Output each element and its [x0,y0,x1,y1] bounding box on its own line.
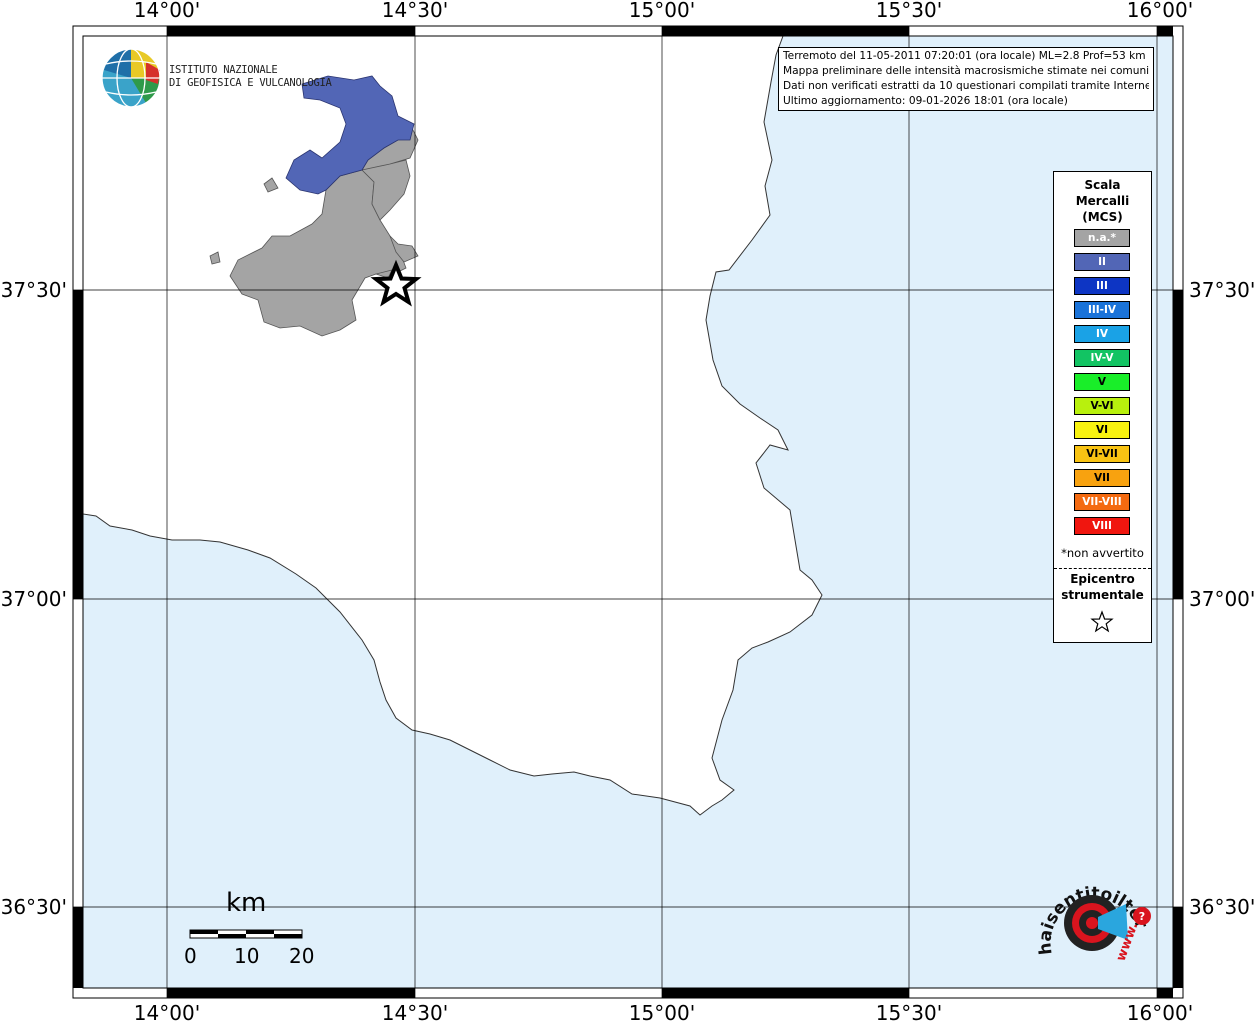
legend-swatch-vii-viii: VII-VIII [1074,493,1130,511]
last-update: Ultimo aggiornamento: 09-01-2026 18:01 (… [783,95,1068,107]
legend-title: Scala Mercalli (MCS) [1054,177,1151,225]
legend-swatch-iv: IV [1074,325,1130,343]
lon-label: 16°00' [1127,0,1193,22]
lat-label: 36°30' [1189,895,1255,919]
lon-label: 14°30' [382,1001,448,1024]
data-source-note: Dati non verificati estratti da 10 quest… [783,80,1149,92]
legend-swatch-iv-v: IV-V [1074,349,1130,367]
scale-label: 20 [289,944,315,968]
lon-label: 16°00' [1127,1001,1193,1024]
legend-swatch-v-vi: V-VI [1074,397,1130,415]
legend-title-line: Mercalli [1075,194,1130,208]
logo-line-1: ISTITUTO NAZIONALE [169,64,278,76]
lon-label: 15°00' [629,1001,695,1024]
legend-divider [1054,568,1151,569]
legend-epicenter-label: Epicentro strumentale [1054,571,1151,603]
ingv-logo-icon [101,48,161,108]
lat-label: 37°00' [1189,587,1255,611]
lat-labels-right: 37°30' 37°00' 36°30' [1189,278,1255,919]
legend-swatch-vii: VII [1074,469,1130,487]
lon-label: 15°30' [876,0,942,22]
legend-swatch-n-a: n.a.* [1074,229,1130,247]
scale-label: 0 [184,944,197,968]
lat-label: 37°30' [1189,278,1255,302]
legend-title-line: Scala [1084,178,1121,192]
legend-epicenter-line: strumentale [1061,588,1144,602]
lon-labels-bottom: 14°00' 14°30' 15°00' 15°30' 16°00' [134,1001,1193,1024]
legend-swatch-iii: III [1074,277,1130,295]
lon-label: 14°00' [134,1001,200,1024]
institute-logo-text: ISTITUTO NAZIONALE DI GEOFISICA E VULCAN… [169,64,332,90]
lat-label: 37°30' [1,278,67,302]
svg-text:?: ? [1139,910,1145,923]
legend-swatch-iii-iv: III-IV [1074,301,1130,319]
logo-line-2: DI GEOFISICA E VULCANOLOGIA [169,77,332,89]
event-info-box: Terremoto del 11-05-2011 07:20:01 (ora l… [778,47,1154,111]
legend-swatch-vi-vii: VI-VII [1074,445,1130,463]
legend-swatch-v: V [1074,373,1130,391]
lon-label: 15°30' [876,1001,942,1024]
scale-bar-unit: km [226,888,267,918]
lat-labels-left: 37°30' 37°00' 36°30' [1,278,67,919]
lon-labels-top: 14°00' 14°30' 15°00' 15°30' 16°00' [134,0,1193,22]
legend-swatch-vi: VI [1074,421,1130,439]
legend-footnote: *non avvertito [1061,546,1144,560]
lat-label: 37°00' [1,587,67,611]
mcs-legend: Scala Mercalli (MCS) n.a.* II III III-IV IV I… [1053,171,1152,643]
lon-label: 14°30' [382,0,448,22]
lon-label: 14°00' [134,0,200,22]
event-description: Terremoto del 11-05-2011 07:20:01 (ora l… [783,50,1146,62]
scale-bar [189,929,303,939]
map-description: Mappa preliminare delle intensità macros… [783,65,1149,77]
legend-swatch-viii: VIII [1074,517,1130,535]
legend-star-icon [1090,610,1114,633]
lat-label: 36°30' [1,895,67,919]
legend-swatch-ii: II [1074,253,1130,271]
scale-label: 10 [234,944,260,968]
legend-epicenter-line: Epicentro [1070,572,1135,586]
haisentito-logo-icon: haisentitoilterremoto.it ? www. [1030,862,1152,963]
legend-title-line: (MCS) [1082,210,1123,224]
lon-label: 15°00' [629,0,695,22]
